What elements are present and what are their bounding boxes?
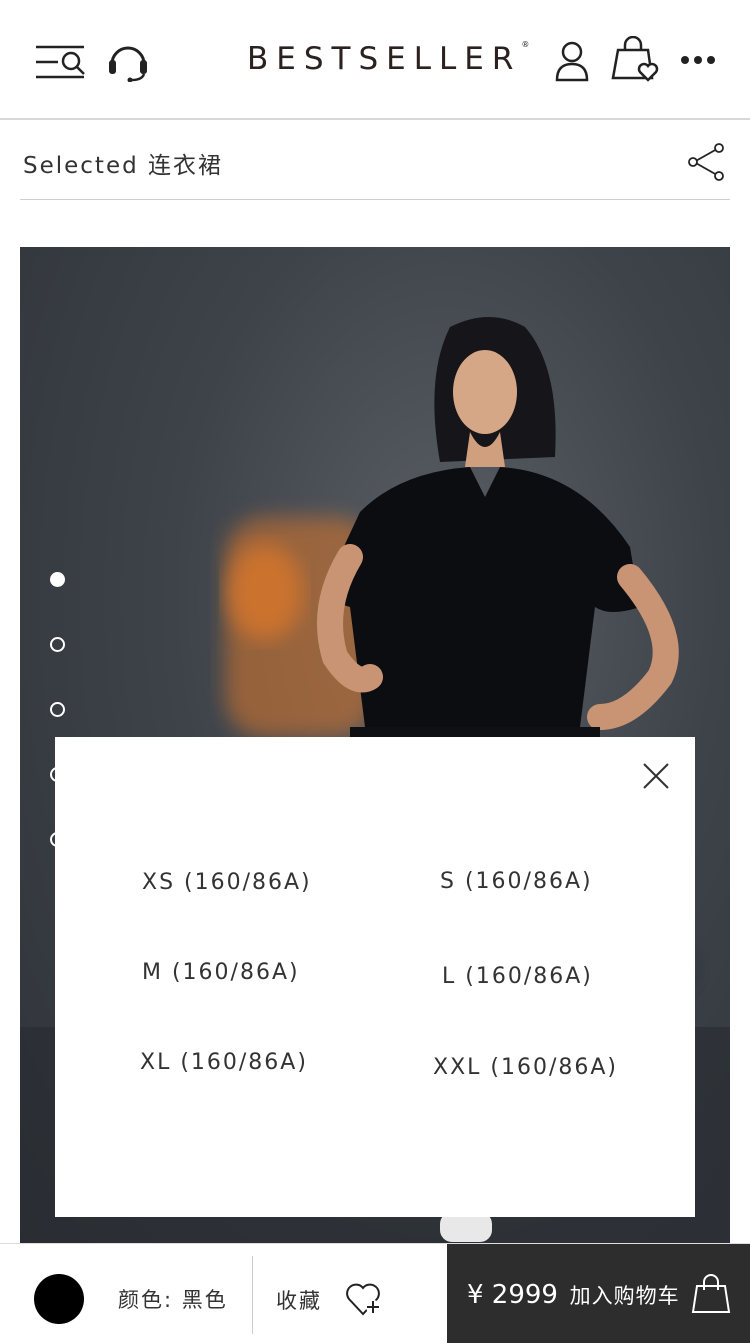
headset-icon[interactable]	[106, 40, 150, 82]
bottom-action-bar: 颜色: 黑色 收藏 ¥ 2999 加入购物车	[0, 1243, 750, 1343]
color-label: 颜色: 黑色	[118, 1288, 228, 1312]
menu-search-icon[interactable]	[34, 44, 88, 80]
size-option-s[interactable]: S (160/86A)	[440, 869, 593, 894]
breadcrumb: Selected 连衣裙	[20, 122, 730, 200]
breadcrumb-text[interactable]: Selected 连衣裙	[23, 146, 223, 180]
more-icon[interactable]	[680, 54, 716, 66]
gallery-dot[interactable]	[50, 637, 65, 652]
heart-add-icon[interactable]	[344, 1278, 384, 1318]
brand-logo[interactable]: BESTSELLER®	[247, 40, 529, 80]
add-to-cart-label: ¥ 2999 加入购物车	[467, 1280, 680, 1310]
size-option-xxl[interactable]: XXL (160/86A)	[433, 1055, 618, 1080]
user-icon[interactable]	[554, 40, 590, 82]
top-header: BESTSELLER®	[0, 0, 750, 120]
cart-bag-icon	[691, 1274, 731, 1313]
size-option-xs[interactable]: XS (160/86A)	[142, 870, 312, 895]
close-icon[interactable]	[641, 761, 671, 791]
size-option-m[interactable]: M (160/86A)	[142, 960, 300, 985]
favorite-label[interactable]: 收藏	[276, 1285, 322, 1315]
add-to-cart-button[interactable]: ¥ 2999 加入购物车	[447, 1244, 750, 1343]
gallery-dot[interactable]	[50, 702, 65, 717]
shopping-bag-heart-icon[interactable]	[608, 36, 662, 84]
size-selection-modal: XS (160/86A) S (160/86A) M (160/86A) L (…	[55, 737, 695, 1217]
color-swatch[interactable]	[34, 1274, 84, 1324]
gallery-dot-active[interactable]	[50, 572, 65, 587]
price: ¥ 2999	[467, 1280, 558, 1310]
divider	[252, 1256, 253, 1334]
size-option-xl[interactable]: XL (160/86A)	[140, 1050, 308, 1075]
size-option-l[interactable]: L (160/86A)	[442, 964, 593, 989]
share-icon[interactable]	[686, 142, 726, 182]
